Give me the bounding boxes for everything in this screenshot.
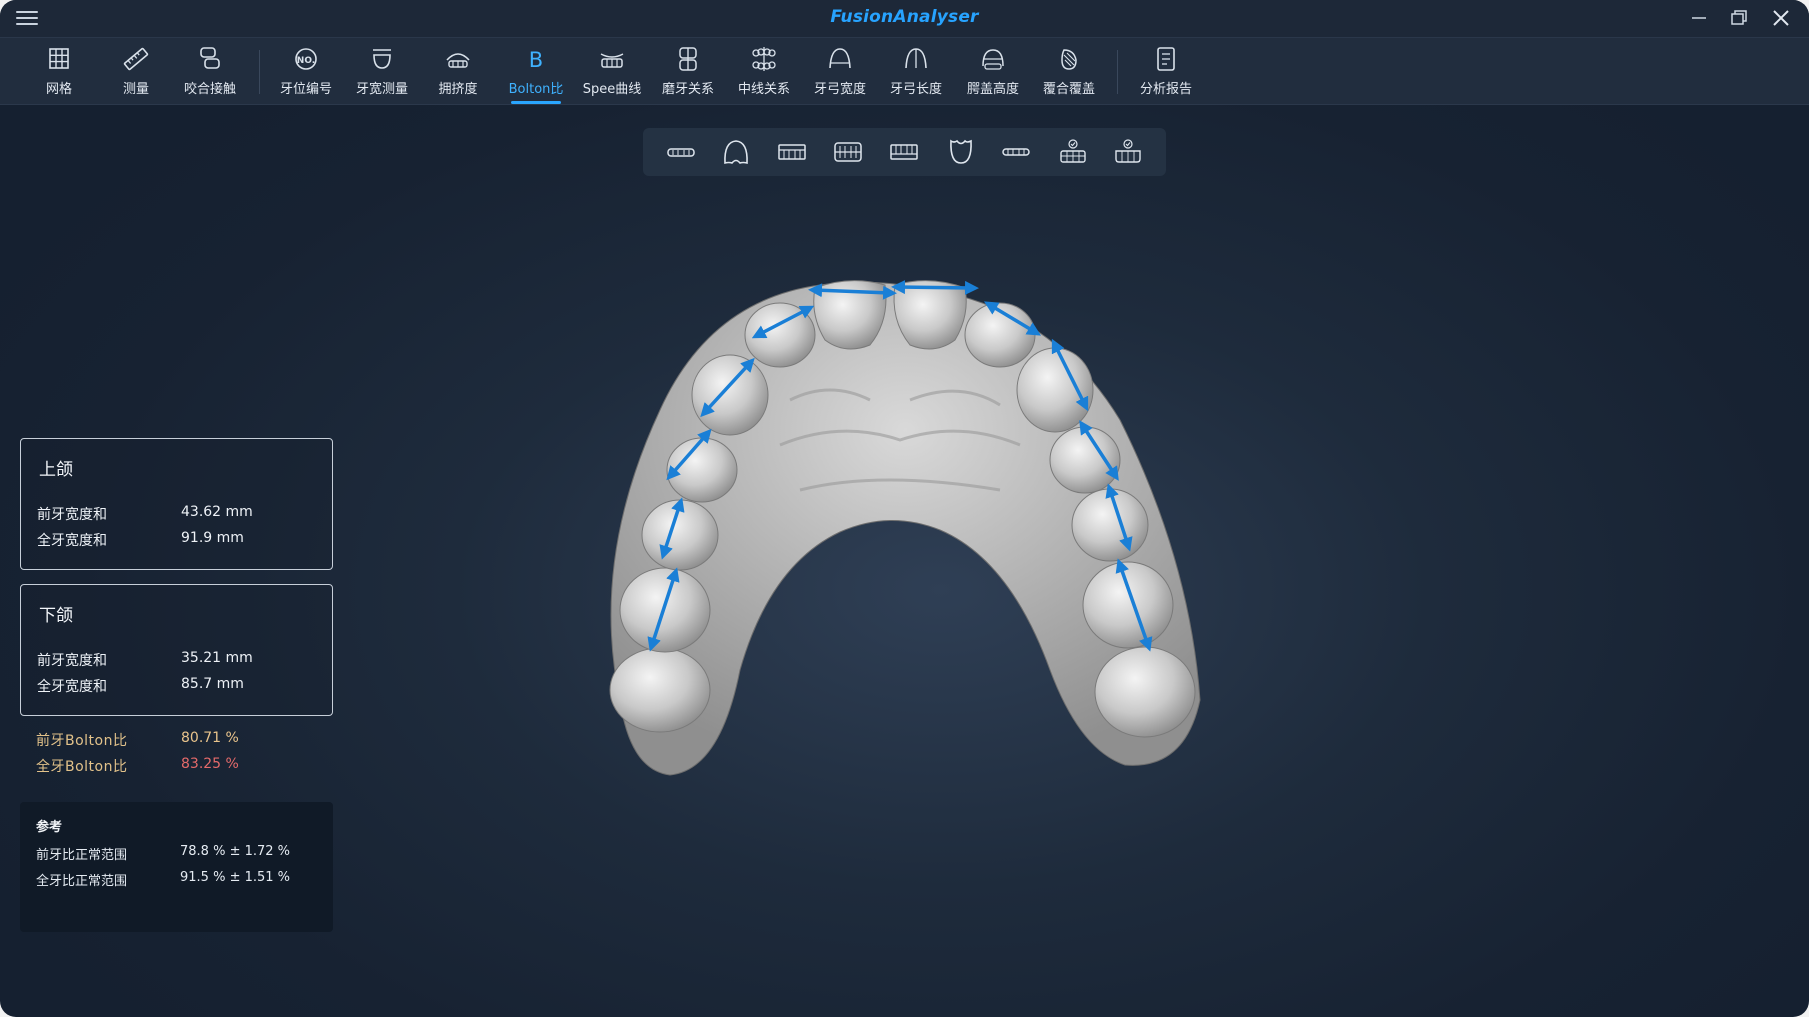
tool-bolton[interactable]: B Bolton比 <box>501 38 571 104</box>
svg-text:B: B <box>529 48 543 72</box>
crowding-icon <box>444 46 472 72</box>
overbite-icon <box>1055 46 1083 72</box>
arch-length-icon <box>902 46 930 72</box>
tool-report[interactable]: 分析报告 <box>1131 38 1201 104</box>
tooth-width-icon <box>368 46 396 72</box>
tool-measure[interactable]: 测量 <box>101 38 171 104</box>
tool-spee-curve[interactable]: Spee曲线 <box>577 38 647 104</box>
svg-text:NO.: NO. <box>297 56 315 66</box>
tool-arch-length[interactable]: 牙弓长度 <box>881 38 951 104</box>
midline-icon <box>750 46 778 72</box>
front-bolton-label: 前牙Bolton比 <box>36 733 128 749</box>
upper-teeth-icon[interactable] <box>774 138 810 166</box>
arch-width-icon <box>826 46 854 72</box>
palate-height-icon <box>979 46 1007 72</box>
tool-palate-height[interactable]: 腭盖高度 <box>958 38 1028 104</box>
front-width-value: 43.62 mm <box>181 504 253 520</box>
tool-arch-width[interactable]: 牙弓宽度 <box>805 38 875 104</box>
tool-tooth-number[interactable]: NO. 牙位编号 <box>271 38 341 104</box>
upper-jaw-panel: 上颌 前牙宽度和 43.62 mm 全牙宽度和 91.9 mm <box>20 438 333 570</box>
app-window: FusionAnalyser 网格 测量 咬合接触 NO. 牙位编号 牙宽测量 … <box>0 0 1809 1017</box>
toolbar-divider <box>1117 50 1118 94</box>
tool-label: 覆合覆盖 <box>1042 82 1095 97</box>
app-title: FusionAnalyser <box>830 7 979 27</box>
tool-grid[interactable]: 网格 <box>24 38 94 104</box>
reference-panel: 参考 前牙比正常范围 78.8 % ± 1.72 % 全牙比正常范围 91.5 … <box>20 802 333 932</box>
ruler-icon <box>122 46 150 72</box>
tool-overbite[interactable]: 覆合覆盖 <box>1034 38 1104 104</box>
lower-arch-icon[interactable] <box>943 138 979 166</box>
arch-outline-icon[interactable] <box>718 138 754 166</box>
dental-arch-3d-model[interactable] <box>580 260 1230 790</box>
lower-teeth-icon[interactable] <box>886 138 922 166</box>
front-width-value: 35.21 mm <box>181 650 253 666</box>
lower-jaw-panel: 下颌 前牙宽度和 35.21 mm 全牙宽度和 85.7 mm <box>20 584 333 716</box>
minimize-icon[interactable] <box>1686 6 1712 30</box>
molar-relation-icon <box>674 46 702 72</box>
side-view-icon[interactable] <box>998 138 1034 166</box>
tooth-number-icon: NO. <box>292 46 320 72</box>
tool-label: 磨牙关系 <box>661 82 714 97</box>
panel-title: 下颌 <box>39 606 73 626</box>
view-toolbar <box>643 128 1166 176</box>
title-bar: FusionAnalyser <box>0 0 1809 38</box>
tool-midline[interactable]: 中线关系 <box>729 38 799 104</box>
grid-icon <box>45 46 73 72</box>
occlusal-contact-icon <box>196 46 224 72</box>
tool-label: 腭盖高度 <box>966 82 1019 97</box>
main-toolbar: 网格 测量 咬合接触 NO. 牙位编号 牙宽测量 拥挤度 B Bolton比 S… <box>0 38 1809 105</box>
tool-occlusal-contact[interactable]: 咬合接触 <box>175 38 245 104</box>
front-range-value: 78.8 % ± 1.72 % <box>180 844 291 859</box>
toolbar-divider <box>259 50 260 94</box>
tool-label: Spee曲线 <box>582 82 642 97</box>
tool-label: 分析报告 <box>1139 82 1192 97</box>
tool-molar-relation[interactable]: 磨牙关系 <box>653 38 723 104</box>
upper-check-icon[interactable] <box>1055 138 1091 166</box>
total-range-value: 91.5 % ± 1.51 % <box>180 870 291 885</box>
spee-curve-icon <box>598 46 626 72</box>
tool-label: 咬合接触 <box>183 82 236 97</box>
total-width-value: 91.9 mm <box>181 530 244 546</box>
front-width-label: 前牙宽度和 <box>37 653 107 669</box>
tool-crowding[interactable]: 拥挤度 <box>423 38 493 104</box>
tool-label: Bolton比 <box>508 82 564 97</box>
close-icon[interactable] <box>1768 6 1794 30</box>
both-jaws-icon[interactable] <box>830 138 866 166</box>
tool-tooth-width[interactable]: 牙宽测量 <box>347 38 417 104</box>
tool-label: 拥挤度 <box>438 82 478 97</box>
bolton-icon: B <box>522 46 550 72</box>
tool-label: 牙宽测量 <box>355 82 408 97</box>
tool-label: 牙弓宽度 <box>813 82 866 97</box>
front-width-label: 前牙宽度和 <box>37 507 107 523</box>
reference-title: 参考 <box>36 820 63 835</box>
restore-icon[interactable] <box>1726 6 1752 30</box>
lower-check-icon[interactable] <box>1110 138 1146 166</box>
tool-label: 网格 <box>45 82 72 97</box>
tool-label: 牙弓长度 <box>889 82 942 97</box>
panel-title: 上颌 <box>39 460 73 480</box>
total-bolton-label: 全牙Bolton比 <box>36 759 128 775</box>
total-width-label: 全牙宽度和 <box>37 533 107 549</box>
total-bolton-value: 83.25 % <box>181 756 239 772</box>
total-width-value: 85.7 mm <box>181 676 244 692</box>
total-range-label: 全牙比正常范围 <box>36 874 128 889</box>
front-range-label: 前牙比正常范围 <box>36 848 128 863</box>
tool-label: 测量 <box>122 82 149 97</box>
tool-label: 中线关系 <box>737 82 790 97</box>
tool-label: 牙位编号 <box>279 82 332 97</box>
active-tab-indicator <box>511 101 561 104</box>
front-bolton-value: 80.71 % <box>181 730 239 746</box>
total-width-label: 全牙宽度和 <box>37 679 107 695</box>
report-icon <box>1152 46 1180 72</box>
front-view-icon[interactable] <box>663 138 699 166</box>
